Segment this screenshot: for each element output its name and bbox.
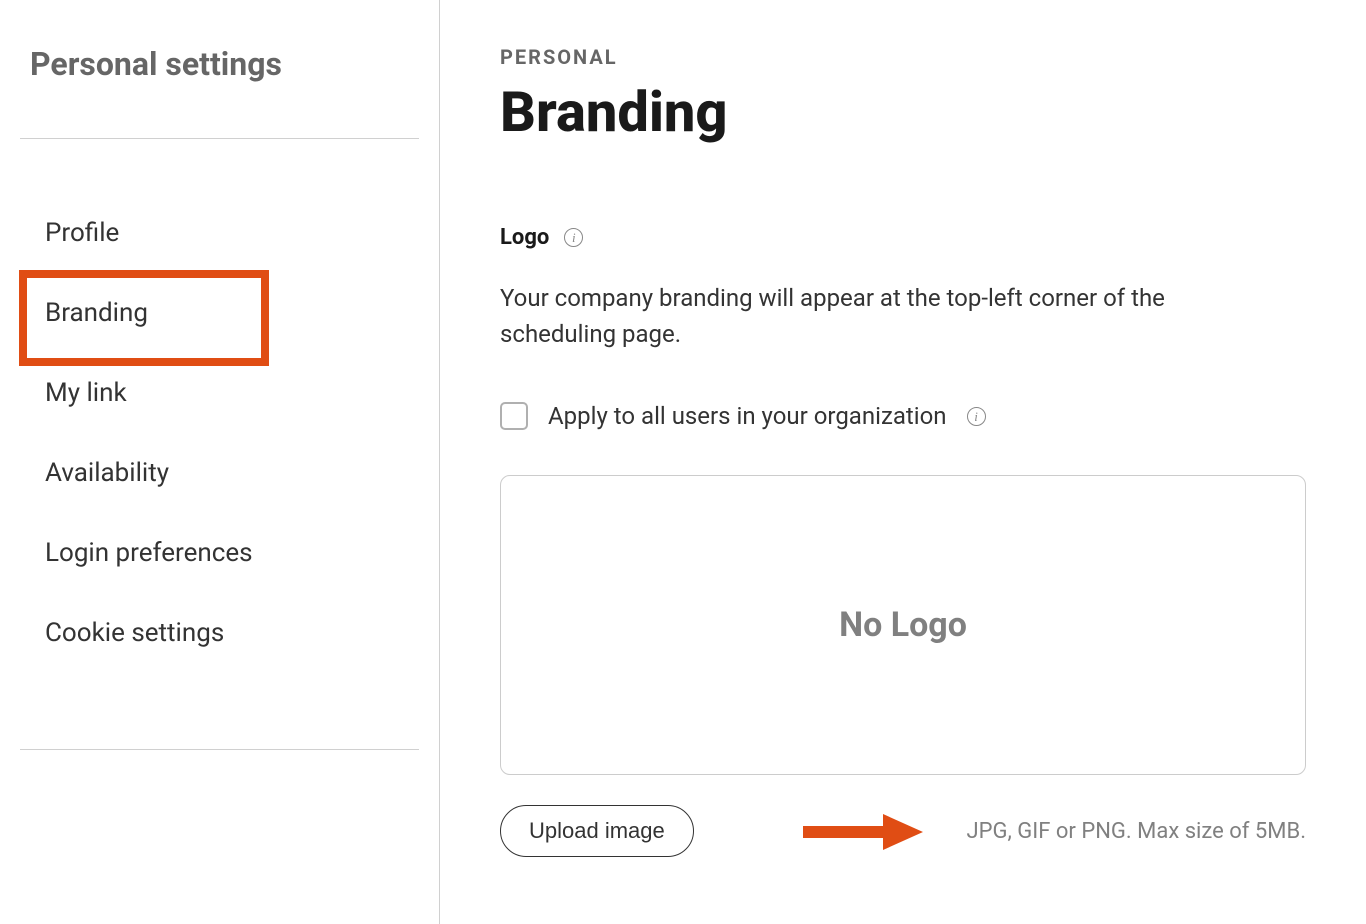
sidebar-item-profile[interactable]: Profile (20, 204, 419, 262)
sidebar-item-label: Availability (45, 458, 169, 488)
sidebar-item-my-link[interactable]: My link (20, 364, 419, 422)
apply-all-label: Apply to all users in your organization (548, 402, 947, 430)
sidebar-item-login-preferences[interactable]: Login preferences (20, 524, 419, 582)
sidebar-item-availability[interactable]: Availability (20, 444, 419, 502)
sidebar-item-label: Profile (45, 218, 119, 248)
sidebar-item-branding[interactable]: Branding (20, 284, 419, 342)
page-eyebrow: PERSONAL (500, 45, 1306, 69)
nav-list: Profile Branding My link Availability Lo… (20, 139, 419, 750)
logo-preview-placeholder: No Logo (839, 605, 967, 645)
logo-section-label: Logo (500, 225, 549, 250)
sidebar-item-cookie-settings[interactable]: Cookie settings (20, 604, 419, 662)
sidebar-item-label: Branding (45, 298, 148, 328)
apply-all-checkbox[interactable] (500, 402, 528, 430)
info-icon[interactable]: i (564, 228, 583, 247)
logo-description: Your company branding will appear at the… (500, 280, 1220, 352)
sidebar-item-label: Cookie settings (45, 618, 224, 648)
main-content: PERSONAL Branding Logo i Your company br… (440, 0, 1366, 924)
logo-preview-box: No Logo (500, 475, 1306, 775)
upload-row: Upload image JPG, GIF or PNG. Max size o… (500, 805, 1306, 857)
upload-hint: JPG, GIF or PNG. Max size of 5MB. (967, 819, 1307, 844)
page-title: Branding (500, 79, 1306, 145)
info-icon[interactable]: i (967, 407, 986, 426)
apply-all-row: Apply to all users in your organization … (500, 402, 1306, 430)
sidebar: Personal settings Profile Branding My li… (0, 0, 440, 924)
sidebar-item-label: Login preferences (45, 538, 253, 568)
upload-image-button[interactable]: Upload image (500, 805, 694, 857)
sidebar-title: Personal settings (20, 45, 419, 139)
logo-section-header: Logo i (500, 225, 1306, 250)
sidebar-item-label: My link (45, 378, 127, 408)
